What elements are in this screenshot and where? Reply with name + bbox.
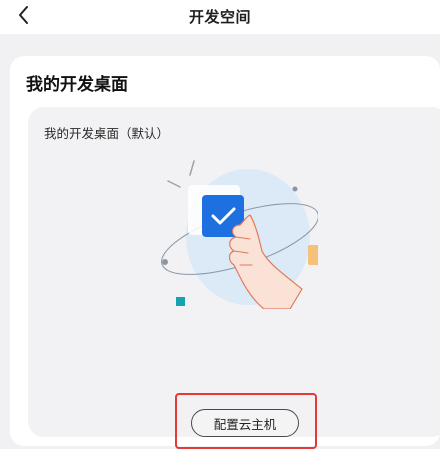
section-title: 我的开发桌面 [26,75,128,95]
sparkle-line [167,180,181,188]
dev-desktop-section: 我的开发桌面 我的开发桌面（默认） 配置云主机 [10,56,440,449]
page-title: 开发空间 [188,8,251,26]
teal-square-decoration [176,297,185,306]
configure-cloud-host-button[interactable]: 配置云主机 [191,409,299,437]
sparkle-line [189,160,195,176]
orbit-dot-right [292,186,298,192]
orbit-dot-left [162,259,168,265]
desktop-card-title: 我的开发桌面（默认） [44,126,170,141]
thumbs-up-illustration [161,160,318,309]
top-navigation-bar: 开发空间 [0,0,440,34]
default-desktop-card: 我的开发桌面（默认） 配置云主机 [28,107,440,449]
orange-square-decoration [308,245,318,265]
